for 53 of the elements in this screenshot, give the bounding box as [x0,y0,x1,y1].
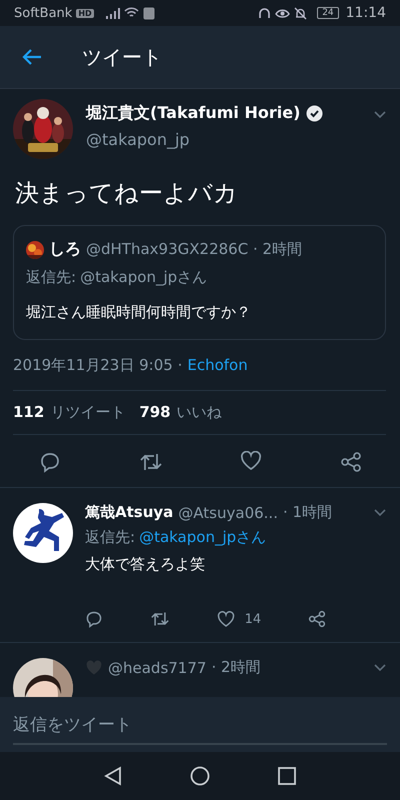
reply-time: · 1時間 [282,503,332,522]
wifi-icon [124,7,139,19]
heart-icon[interactable] [216,610,235,628]
quoted-handle-time: @dHThax93GX2286C · 2時間 [86,240,302,259]
signal-icon [106,8,120,18]
reply-compose-bar[interactable]: 返信をツイート [0,697,400,752]
quoted-tweet-card[interactable]: しろ @dHThax93GX2286C · 2時間 返信先: @takapon_jpさん 堀江さん睡眠時間何時間ですか？ [13,225,386,340]
stat-count[interactable]: 112 [13,403,44,421]
reply-time: · 2時間 [211,658,261,677]
clock-time: 11:14 [346,5,386,21]
reply-handle[interactable]: @heads7177 [108,658,206,676]
home-circle-icon[interactable] [190,766,210,786]
source-link[interactable]: Echofon [187,356,248,375]
muted-bell-icon [294,6,308,20]
reply-author-name[interactable]: 篤哉Atsuya [85,503,174,522]
heart-icon [85,660,103,676]
tweet-timestamp: 2019年11月23日 9:05 · [13,356,182,375]
headphones-icon [258,6,272,20]
network-badge: HD [76,8,94,18]
tweet-text: 決まってねーよバカ [15,178,239,209]
carrier-name: SoftBank [14,6,72,20]
chevron-down-icon[interactable] [374,111,386,119]
author-handle[interactable]: @takapon_jp [86,130,361,149]
quoted-author-name: しろ [49,239,81,260]
page-title: ツイート [82,44,162,70]
chevron-down-icon[interactable] [374,508,386,516]
quoted-tweet-text: 堀江さん睡眠時間何時間ですか？ [26,303,252,322]
share-icon[interactable] [308,610,326,628]
sim-icon [142,6,155,20]
stat-count[interactable]: 798 [139,403,171,421]
share-icon[interactable] [340,451,362,473]
runner-avatar-icon[interactable] [13,503,73,563]
reply-to-link[interactable]: @takapon_jpさん [139,528,266,547]
reply-icon[interactable] [85,610,103,628]
recents-square-icon[interactable] [278,767,296,785]
retweet-icon[interactable] [138,451,163,473]
reply-to-label: 返信先: [85,528,136,547]
like-count: 14 [244,612,262,626]
battery-level: 24 [317,7,339,19]
heart-icon[interactable] [240,451,262,471]
reply-handle[interactable]: @Atsuya06... [178,504,278,522]
retweet-icon[interactable] [150,610,170,628]
reply-to-label: 返信先: [26,268,76,287]
back-triangle-icon[interactable] [104,766,122,786]
reply-icon[interactable] [39,451,61,473]
eye-icon [275,8,290,18]
chevron-down-icon[interactable] [374,664,386,672]
stat-label[interactable]: リツイート [50,403,126,422]
reply-to-handle: @takapon_jpさん [80,268,208,287]
reply-text: 大体で答えろよ笑 [85,555,206,574]
back-arrow-icon[interactable] [22,48,42,66]
author-name[interactable]: 堀江貴文(Takafumi Horie) [86,103,300,124]
stat-label[interactable]: いいね [176,403,222,422]
